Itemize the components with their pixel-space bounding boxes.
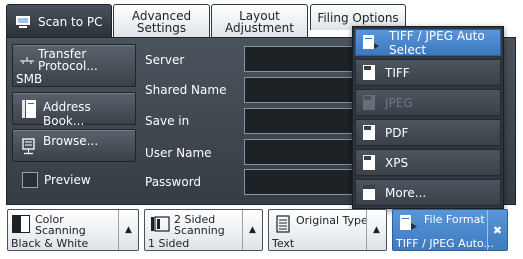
dropdown-item-jpeg[interactable]: JPEG	[355, 89, 501, 116]
original-type-title: Original Type	[296, 214, 368, 227]
browse-label: Browse...	[43, 134, 99, 148]
original-type-arrow-icon[interactable]: ▲	[366, 210, 386, 250]
two-sided-scanning-button[interactable]: 2 Sided Scanning 1 Sided ▲	[144, 209, 263, 251]
color-scanning-button[interactable]: Color Scanning Black & White ▲	[7, 209, 139, 251]
tab-layout-adjustment-line2: Adjustment	[225, 20, 294, 35]
network-icon	[20, 57, 34, 64]
dropdown-item-xps[interactable]: XPS	[355, 149, 501, 176]
server-field[interactable]	[244, 46, 354, 72]
tab-scan-to-pc-label: Scan to PC	[38, 14, 103, 29]
dropdown-item-more[interactable]: More...	[355, 179, 501, 206]
close-icon[interactable]: ✖	[487, 210, 507, 250]
dropdown-item-label: More...	[385, 185, 427, 200]
file-format-dropdown: TIFF / JPEG Auto Select TIFF JPEG PDF XP…	[352, 26, 504, 209]
dropdown-item-tiff-jpeg-auto[interactable]: TIFF / JPEG Auto Select	[355, 28, 501, 57]
original-type-button[interactable]: Original Type Text ▲	[268, 209, 387, 251]
pdf-file-icon	[363, 125, 375, 140]
color-scanning-line2: Scanning	[35, 224, 86, 237]
tab-layout-adjustment-line1: Layout	[239, 8, 280, 23]
tab-advanced-settings-line1: Advanced	[131, 8, 192, 23]
file-format-icon	[400, 215, 417, 230]
address-book-icon	[22, 100, 36, 118]
save-in-field[interactable]	[244, 108, 354, 134]
shared-name-label: Shared Name	[145, 83, 227, 97]
user-name-field[interactable]	[244, 139, 354, 165]
auto-select-document-icon	[363, 35, 379, 49]
save-in-label: Save in	[145, 114, 190, 128]
dropdown-item-label: TIFF / JPEG Auto Select	[389, 28, 485, 57]
dropdown-item-label: PDF	[385, 125, 409, 140]
shared-name-field[interactable]	[244, 77, 354, 103]
two-sided-icon	[151, 216, 170, 232]
dropdown-item-pdf[interactable]: PDF	[355, 119, 501, 146]
two-sided-arrow-icon[interactable]: ▲	[242, 210, 262, 250]
server-label: Server	[145, 53, 185, 67]
tab-advanced-settings-line2: Settings	[136, 20, 187, 35]
color-scanning-value: Black & White	[11, 237, 89, 250]
more-file-icon	[363, 185, 375, 200]
dropdown-item-tiff[interactable]: TIFF	[355, 59, 501, 86]
password-label: Password	[145, 175, 202, 189]
dropdown-item-label: JPEG	[385, 95, 413, 110]
folder-tree-icon	[22, 138, 35, 155]
tab-scan-to-pc[interactable]: Scan to PC	[6, 4, 112, 38]
scan-to-pc-screen: Scan to PC Advanced Settings Layout Adju…	[0, 0, 523, 259]
user-name-label: User Name	[145, 146, 212, 160]
preview-toggle[interactable]: Preview	[12, 169, 136, 194]
transfer-protocol-value: SMB	[16, 72, 43, 86]
color-scanning-arrow-icon[interactable]: ▲	[118, 210, 138, 250]
dropdown-item-label: TIFF	[385, 65, 410, 80]
dropdown-item-label: XPS	[385, 155, 409, 170]
preview-label: Preview	[44, 173, 91, 187]
text-document-icon	[276, 215, 290, 233]
original-type-value: Text	[272, 237, 295, 250]
xps-file-icon	[363, 155, 375, 170]
transfer-protocol-button[interactable]: Transfer Protocol... SMB	[12, 44, 136, 87]
jpeg-file-icon	[363, 95, 375, 110]
color-scanning-icon	[12, 215, 30, 233]
browse-button[interactable]: Browse...	[12, 129, 136, 162]
tiff-file-icon	[363, 65, 375, 80]
file-format-value: TIFF / JPEG Auto...	[396, 237, 495, 250]
tab-advanced-settings[interactable]: Advanced Settings	[113, 4, 210, 38]
two-sided-value: 1 Sided	[148, 237, 190, 250]
tab-filing-options-label: Filing Options	[317, 10, 399, 25]
address-book-button[interactable]: Address Book...	[12, 92, 136, 128]
password-field[interactable]	[244, 169, 354, 195]
tab-layout-adjustment[interactable]: Layout Adjustment	[211, 4, 308, 38]
two-sided-line2: Scanning	[174, 224, 225, 237]
transfer-protocol-line2: Protocol...	[38, 59, 98, 73]
computer-icon	[16, 16, 30, 28]
preview-checkbox[interactable]	[22, 172, 38, 188]
address-book-label: Address Book...	[43, 100, 91, 128]
file-format-button[interactable]: File Format TIFF / JPEG Auto... ✖	[392, 209, 508, 251]
file-format-title: File Format	[424, 213, 485, 226]
